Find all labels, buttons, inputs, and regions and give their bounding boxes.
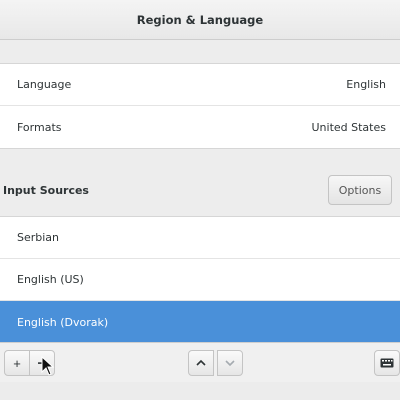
chevron-down-icon (225, 360, 235, 367)
move-up-button[interactable] (188, 350, 214, 376)
list-item-label: English (US) (17, 273, 84, 286)
formats-row[interactable]: Formats United States (0, 106, 400, 148)
input-sources-header: Input Sources Options (0, 170, 400, 210)
language-value: English (346, 78, 386, 91)
list-item-label: Serbian (17, 231, 60, 244)
chevron-up-icon (196, 359, 206, 366)
keyboard-icon (380, 358, 394, 368)
input-sources-toolbar: + (0, 342, 400, 382)
add-input-source-button[interactable]: + (4, 350, 30, 376)
language-row[interactable]: Language English (0, 64, 400, 106)
window-bottom-edge (0, 382, 400, 400)
region-settings-panel: Language English Formats United States (0, 63, 400, 149)
input-sources-heading: Input Sources (3, 183, 89, 197)
list-item-label: English (Dvorak) (17, 315, 109, 329)
input-source-english-us[interactable]: English (US) (0, 259, 400, 301)
input-source-english-dvorak[interactable]: English (Dvorak) (0, 301, 400, 344)
window-title: Region & Language (136, 12, 264, 27)
window-titlebar: Region & Language (0, 0, 400, 40)
show-keyboard-layout-button[interactable] (374, 350, 400, 376)
formats-label: Formats (17, 120, 62, 134)
plus-icon: + (13, 355, 21, 371)
language-label: Language (17, 78, 72, 91)
formats-value: United States (311, 120, 387, 134)
input-sources-list: Serbian English (US) English (Dvorak) (0, 216, 400, 344)
move-down-button[interactable] (217, 350, 243, 376)
mouse-pointer-icon (41, 356, 55, 376)
options-button[interactable]: Options (328, 175, 392, 205)
input-source-serbian[interactable]: Serbian (0, 217, 400, 259)
